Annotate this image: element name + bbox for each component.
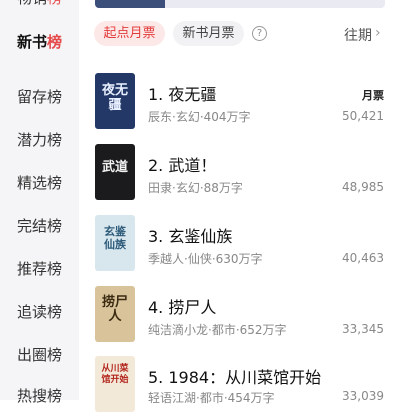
sidebar-item-breakout[interactable]: 出圈榜 [0,345,79,365]
chevron-right-icon: › [375,25,381,41]
cover-title: 玄鉴仙族 [104,225,126,251]
book-meta: 辰东·玄幻·404万字 [148,110,251,124]
book-title: 2. 武道！ [148,156,217,175]
cover-title: 武道 [101,160,128,175]
book-cover: 武道 [95,144,135,200]
book-row[interactable]: 玄鉴仙族 3. 玄鉴仙族 季越人·仙侠·630万字 40,463 [79,215,400,275]
sidebar-item-label: 畅销 [17,0,47,7]
book-cover: 从川菜馆开始 [95,356,135,412]
book-row[interactable]: 捞尸人 4. 捞尸人 纯洁滴小龙·都市·652万字 33,345 [79,286,400,346]
ranking-sidebar: 畅销榜 新书榜 留存榜 潜力榜 精选榜 完结榜 推荐榜 追读榜 出圈榜 热搜榜 [0,0,79,405]
cover-title: 夜无疆 [101,83,128,113]
sidebar-item-label-highlight: 榜 [47,0,62,7]
tab-new-book-monthly[interactable]: 新书月票 [173,21,244,46]
book-row[interactable]: 从川菜馆开始 5. 1984：从川菜馆开始 轻语江湖·都市·454万字 33,0… [79,356,400,416]
votes-count: 33,345 [342,322,384,336]
sidebar-item-label: 新书 [16,33,47,51]
top-banner[interactable] [95,0,385,8]
tab-qidian-monthly[interactable]: 起点月票 [94,21,165,46]
votes-count: 50,421 [342,109,384,123]
sidebar-item-recommended[interactable]: 推荐榜 [0,259,79,279]
book-title: 1. 夜无疆 [148,85,217,104]
book-row[interactable]: 夜无疆 1. 夜无疆 辰东·玄幻·404万字 月票 50,421 [79,73,400,133]
votes-label: 月票 [362,89,384,102]
book-cover: 玄鉴仙族 [95,215,135,271]
book-meta: 季越人·仙侠·630万字 [148,252,263,266]
help-icon[interactable]: ? [252,26,267,41]
sidebar-item-potential[interactable]: 潜力榜 [0,130,79,150]
votes-count: 33,039 [342,389,384,403]
sidebar-item-hot-search[interactable]: 热搜榜 [0,386,79,406]
sidebar-item-following[interactable]: 追读榜 [0,302,79,322]
cover-title: 从川菜馆开始 [101,364,129,385]
book-title: 3. 玄鉴仙族 [148,227,233,246]
sidebar-item-featured[interactable]: 精选榜 [0,173,79,193]
sidebar-item-bestseller[interactable]: 畅销榜 [0,0,79,8]
sidebar-item-label-highlight: 榜 [47,33,63,51]
sidebar-item-retention[interactable]: 留存榜 [0,87,79,107]
book-meta: 田隶·玄幻·88万字 [148,181,243,195]
votes-count: 40,463 [342,251,384,265]
book-cover: 夜无疆 [95,73,135,129]
book-title: 5. 1984：从川菜馆开始 [148,368,322,387]
book-title: 4. 捞尸人 [148,298,217,317]
book-meta: 纯洁滴小龙·都市·652万字 [148,323,287,337]
book-cover: 捞尸人 [95,286,135,342]
sidebar-item-new-books[interactable]: 新书榜 [0,32,79,52]
sidebar-item-completed[interactable]: 完结榜 [0,216,79,236]
past-periods-link[interactable]: 往期 [344,25,372,45]
ranking-main: 起点月票 新书月票 ? 往期 › 夜无疆 1. 夜无疆 辰东·玄幻·404万字 … [79,0,400,412]
cover-title: 捞尸人 [101,295,128,324]
book-row[interactable]: 武道 2. 武道！ 田隶·玄幻·88万字 48,985 [79,144,400,204]
book-meta: 轻语江湖·都市·454万字 [148,391,275,405]
votes-count: 48,985 [342,180,384,194]
